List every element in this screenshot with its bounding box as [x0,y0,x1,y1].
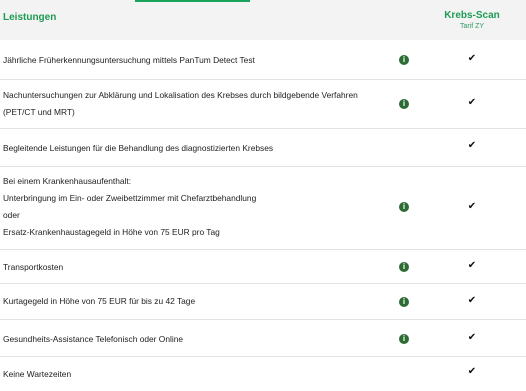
plan-column-header: Krebs-Scan Tarif ZY [423,10,521,31]
info-icon[interactable]: i [399,334,409,344]
checkmark-icon: ✔ [467,260,477,271]
plan-subtitle: Tarif ZY [459,23,485,30]
checkmark-icon: ✔ [467,201,477,212]
table-row: Bei einem Krankenhausaufenthalt: Unterbr… [0,167,526,250]
table-header: Leistungen Krebs-Scan Tarif ZY [0,0,526,40]
table-row: Gesundheits-Assistance Telefonisch oder … [0,320,526,357]
checkmark-icon: ✔ [467,295,477,306]
checkmark-icon: ✔ [467,140,477,151]
row-label: Gesundheits-Assistance Telefonisch oder … [3,334,184,344]
comparison-table: Leistungen Krebs-Scan Tarif ZY Jährliche… [0,0,526,391]
checkmark-icon: ✔ [467,332,477,343]
table-row: Transportkosten i ✔ [0,250,526,284]
active-tab-indicator [135,0,250,2]
checkmark-icon: ✔ [467,366,477,377]
row-label: Begleitende Leistungen für die Behandlun… [3,143,274,153]
info-icon[interactable]: i [399,202,409,212]
table-row: Begleitende Leistungen für die Behandlun… [0,129,526,167]
table-row: Nachuntersuchungen zur Abklärung und Lok… [0,80,526,129]
checkmark-icon: ✔ [467,97,477,108]
info-icon[interactable]: i [399,297,409,307]
table-row: Kurtagegeld in Höhe von 75 EUR für bis z… [0,284,526,320]
column-header-leistungen: Leistungen [3,12,57,23]
table-row: Jährliche Früherkennungsuntersuchung mit… [0,40,526,80]
info-icon[interactable]: i [399,99,409,109]
checkmark-icon: ✔ [467,53,477,64]
table-row: Keine Wartezeiten ✔ [0,357,526,391]
info-icon[interactable]: i [399,55,409,65]
row-label: Nachuntersuchungen zur Abklärung und Lok… [3,90,358,117]
row-label: Keine Wartezeiten [3,369,72,379]
plan-title: Krebs-Scan [444,10,500,21]
row-label: Kurtagegeld in Höhe von 75 EUR für bis z… [3,296,196,306]
row-label: Transportkosten [3,262,64,272]
info-icon[interactable]: i [399,262,409,272]
row-label: Jährliche Früherkennungsuntersuchung mit… [3,55,255,65]
row-label: Bei einem Krankenhausaufenthalt: Unterbr… [3,176,257,237]
